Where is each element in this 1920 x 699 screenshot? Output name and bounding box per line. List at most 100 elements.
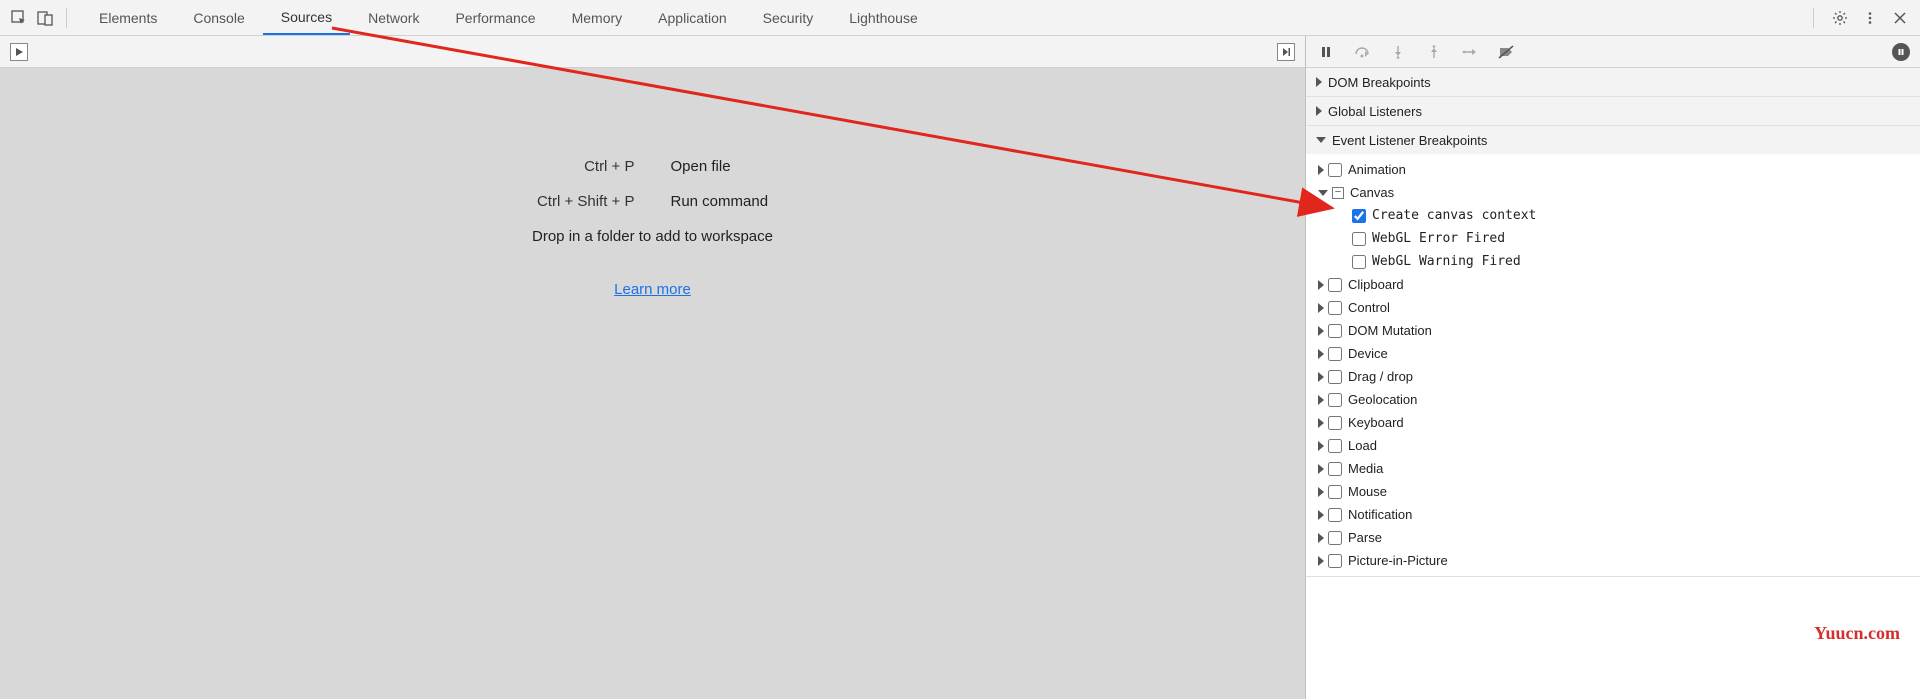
chevron-right-icon [1318,464,1324,474]
chevron-right-icon [1318,280,1324,290]
category-checkbox[interactable] [1328,163,1342,177]
category-checkbox[interactable] [1328,278,1342,292]
tab-application[interactable]: Application [640,0,745,35]
sources-left-pane: Ctrl + P Open file Ctrl + Shift + P Run … [0,36,1306,699]
section-title: Event Listener Breakpoints [1332,133,1487,148]
event-category-notification[interactable]: Notification [1306,503,1920,526]
event-category-picture-in-picture[interactable]: Picture-in-Picture [1306,549,1920,572]
event-category-dom-mutation[interactable]: DOM Mutation [1306,319,1920,342]
inspect-icon[interactable] [8,7,30,29]
category-checkbox[interactable] [1328,508,1342,522]
category-checkbox[interactable] [1328,347,1342,361]
chevron-right-icon [1318,303,1324,313]
event-item-create-canvas-context[interactable]: Create canvas context [1306,204,1920,227]
indeterminate-checkbox-icon[interactable]: − [1332,187,1344,199]
event-category-keyboard[interactable]: Keyboard [1306,411,1920,434]
separator [66,8,67,28]
chevron-right-icon [1318,349,1324,359]
event-category-load[interactable]: Load [1306,434,1920,457]
event-checkbox[interactable] [1352,255,1366,269]
event-category-mouse[interactable]: Mouse [1306,480,1920,503]
deactivate-breakpoints-icon[interactable] [1496,42,1516,62]
event-category-parse[interactable]: Parse [1306,526,1920,549]
section-header-global-listeners[interactable]: Global Listeners [1306,97,1920,125]
chevron-right-icon [1318,533,1324,543]
chevron-right-icon [1318,372,1324,382]
tab-performance[interactable]: Performance [437,0,553,35]
chevron-right-icon [1318,418,1324,428]
category-checkbox[interactable] [1328,485,1342,499]
event-breakpoints-tree: Animation−CanvasCreate canvas contextWeb… [1306,154,1920,576]
step-out-icon[interactable] [1424,42,1444,62]
tab-security[interactable]: Security [745,0,832,35]
play-end-icon[interactable] [1277,43,1295,61]
category-label: Notification [1348,507,1412,522]
step-over-icon[interactable] [1352,42,1372,62]
event-checkbox[interactable] [1352,209,1366,223]
section-header-event-listener-breakpoints[interactable]: Event Listener Breakpoints [1306,126,1920,154]
section-event-listener-breakpoints: Event Listener Breakpoints Animation−Can… [1306,126,1920,577]
tab-memory[interactable]: Memory [554,0,641,35]
tab-network[interactable]: Network [350,0,437,35]
tab-elements[interactable]: Elements [81,0,175,35]
chevron-right-icon [1318,510,1324,520]
chevron-right-icon [1318,165,1324,175]
kebab-icon[interactable] [1860,8,1880,28]
category-label: Canvas [1350,185,1394,200]
event-label: WebGL Error Fired [1372,231,1505,246]
event-item-webgl-error-fired[interactable]: WebGL Error Fired [1306,227,1920,250]
debugger-toolbar [1306,36,1920,68]
category-checkbox[interactable] [1328,416,1342,430]
close-icon[interactable] [1890,8,1910,28]
chevron-right-icon [1316,106,1322,116]
main-area: Ctrl + P Open file Ctrl + Shift + P Run … [0,36,1920,699]
play-icon[interactable] [10,43,28,61]
event-category-drag-drop[interactable]: Drag / drop [1306,365,1920,388]
event-category-device[interactable]: Device [1306,342,1920,365]
tab-icons-left [0,0,81,35]
panel-tabs: ElementsConsoleSourcesNetworkPerformance… [81,0,936,35]
category-label: Animation [1348,162,1406,177]
pause-on-exceptions-icon[interactable] [1892,43,1910,61]
section-header-dom-breakpoints[interactable]: DOM Breakpoints [1306,68,1920,96]
section-global-listeners: Global Listeners [1306,97,1920,126]
gear-icon[interactable] [1830,8,1850,28]
category-label: Mouse [1348,484,1387,499]
step-icon[interactable] [1460,42,1480,62]
category-checkbox[interactable] [1328,393,1342,407]
category-label: Device [1348,346,1388,361]
event-category-media[interactable]: Media [1306,457,1920,480]
event-checkbox[interactable] [1352,232,1366,246]
open-file-key: Ctrl + P [584,158,634,175]
drop-hint: Drop in a folder to add to workspace [532,228,773,245]
tab-sources[interactable]: Sources [263,0,350,35]
event-category-geolocation[interactable]: Geolocation [1306,388,1920,411]
event-item-webgl-warning-fired[interactable]: WebGL Warning Fired [1306,250,1920,273]
category-checkbox[interactable] [1328,439,1342,453]
category-checkbox[interactable] [1328,324,1342,338]
category-checkbox[interactable] [1328,370,1342,384]
chevron-right-icon [1316,77,1322,87]
category-label: Keyboard [1348,415,1404,430]
category-checkbox[interactable] [1328,531,1342,545]
event-category-control[interactable]: Control [1306,296,1920,319]
tab-lighthouse[interactable]: Lighthouse [831,0,936,35]
step-into-icon[interactable] [1388,42,1408,62]
tab-console[interactable]: Console [175,0,262,35]
category-checkbox[interactable] [1328,301,1342,315]
event-category-animation[interactable]: Animation [1306,158,1920,181]
learn-more-link[interactable]: Learn more [614,281,691,298]
category-label: Picture-in-Picture [1348,553,1448,568]
category-checkbox[interactable] [1328,462,1342,476]
event-category-canvas[interactable]: −Canvas [1306,181,1920,204]
tab-icons-right [1797,0,1920,35]
category-checkbox[interactable] [1328,554,1342,568]
event-category-clipboard[interactable]: Clipboard [1306,273,1920,296]
device-toggle-icon[interactable] [34,7,56,29]
category-label: Media [1348,461,1383,476]
category-label: DOM Mutation [1348,323,1432,338]
chevron-right-icon [1318,556,1324,566]
event-label: WebGL Warning Fired [1372,254,1521,269]
pause-icon[interactable] [1316,42,1336,62]
category-label: Geolocation [1348,392,1417,407]
